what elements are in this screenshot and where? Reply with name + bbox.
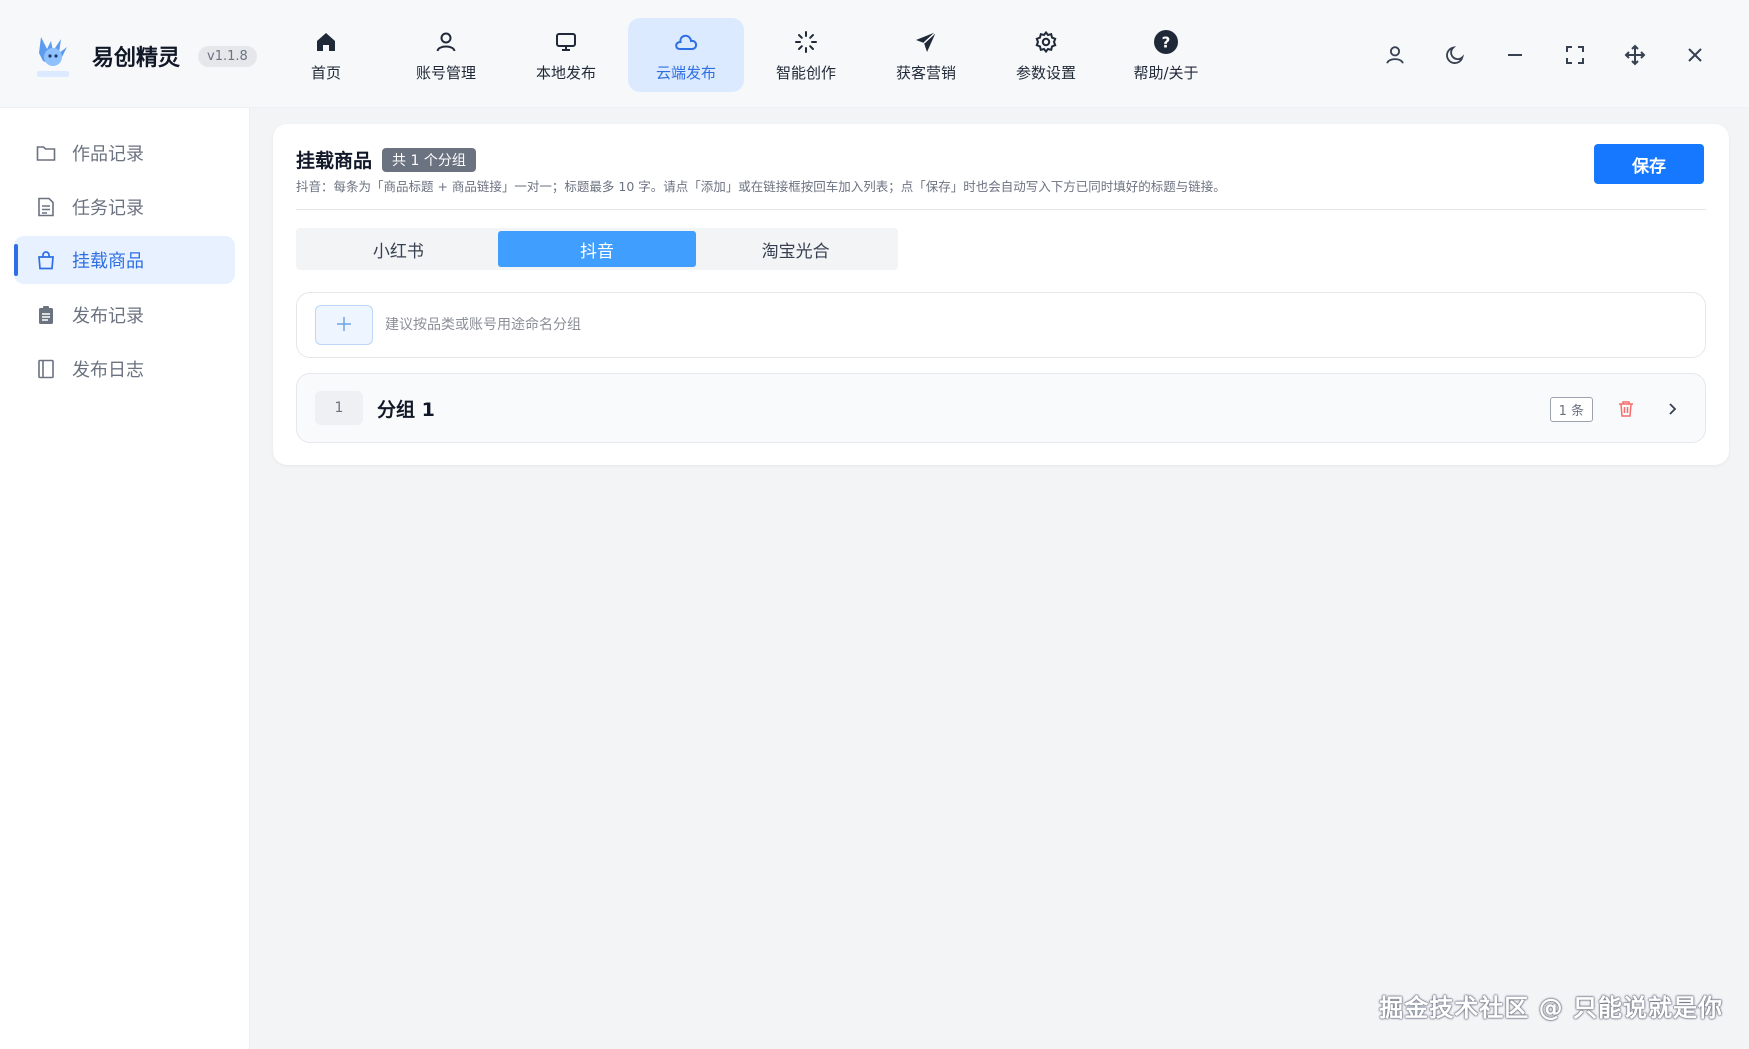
moon-icon[interactable] <box>1435 38 1475 72</box>
card-header: 挂载商品 共 1 个分组 <box>296 146 476 173</box>
add-group-row <box>296 292 1706 358</box>
nav-item-local-publish[interactable]: 本地发布 <box>508 18 624 92</box>
nav-item-help[interactable]: ? 帮助/关于 <box>1108 18 1224 92</box>
sidebar-item-publish-records[interactable]: 发布记录 <box>14 291 235 339</box>
sidebar: 作品记录 任务记录 挂载商品 发布记录 发布日志 <box>0 108 250 1049</box>
tab-xiaohongshu[interactable]: 小红书 <box>299 231 498 267</box>
save-button[interactable]: 保存 <box>1594 144 1704 184</box>
move-icon[interactable] <box>1615 38 1655 72</box>
nav-label: 账号管理 <box>415 63 476 82</box>
tab-taobao[interactable]: 淘宝光合 <box>696 231 895 267</box>
plus-icon <box>336 313 352 338</box>
cloud-icon <box>672 28 700 56</box>
nav-label: 帮助/关于 <box>1133 63 1199 82</box>
minimize-icon[interactable] <box>1495 38 1535 72</box>
sidebar-item-label: 挂载商品 <box>72 251 144 272</box>
top-bar: 易创精灵 v1.1.8 首页 账号管理 本地发布 云端发布 智能创作 获客营销 … <box>0 0 1749 108</box>
send-icon <box>912 28 940 56</box>
card-description: 抖音：每条为「商品标题 + 商品链接」一对一；标题最多 10 字。请点「添加」或… <box>296 179 1226 194</box>
fullscreen-icon[interactable] <box>1555 38 1595 72</box>
group-name-input[interactable] <box>385 317 1285 333</box>
group-row[interactable]: 1 分组 1 1 条 <box>296 373 1706 443</box>
sidebar-item-works[interactable]: 作品记录 <box>14 129 235 177</box>
gear-icon <box>1032 28 1060 56</box>
help-icon: ? <box>1152 28 1180 56</box>
products-card: 挂载商品 共 1 个分组 抖音：每条为「商品标题 + 商品链接」一对一；标题最多… <box>273 124 1729 465</box>
sidebar-item-label: 作品记录 <box>72 144 144 165</box>
nav-label: 本地发布 <box>535 63 596 82</box>
svg-text:?: ? <box>1162 33 1171 51</box>
notebook-icon <box>36 359 56 379</box>
group-index: 1 <box>315 391 363 425</box>
group-count-badge: 共 1 个分组 <box>382 147 476 172</box>
folder-icon <box>36 143 56 163</box>
close-icon[interactable] <box>1675 38 1715 72</box>
nav-item-cloud-publish[interactable]: 云端发布 <box>628 18 744 92</box>
sidebar-item-tasks[interactable]: 任务记录 <box>14 183 235 231</box>
group-name: 分组 1 <box>377 398 435 421</box>
nav-item-ai-create[interactable]: 智能创作 <box>748 18 864 92</box>
platform-tabs: 小红书 抖音 淘宝光合 <box>296 228 898 270</box>
nav-label: 首页 <box>310 63 341 82</box>
nav-item-settings[interactable]: 参数设置 <box>988 18 1104 92</box>
sidebar-item-products[interactable]: 挂载商品 <box>14 236 235 284</box>
nav-item-marketing[interactable]: 获客营销 <box>868 18 984 92</box>
app-logo-icon <box>30 30 76 82</box>
sidebar-item-label: 任务记录 <box>72 198 144 219</box>
main-nav: 首页 账号管理 本地发布 云端发布 智能创作 获客营销 参数设置 ? 帮助/关于 <box>268 18 1228 94</box>
nav-label: 获客营销 <box>895 63 956 82</box>
nav-item-home[interactable]: 首页 <box>268 18 384 92</box>
sidebar-item-label: 发布记录 <box>72 306 144 327</box>
shopping-bag-icon <box>36 250 56 270</box>
watermark: 掘金技术社区 @ 只能说就是你 <box>1379 994 1723 1022</box>
chevron-right-icon[interactable] <box>1659 396 1685 422</box>
nav-label: 参数设置 <box>1015 63 1076 82</box>
item-count-badge: 1 条 <box>1549 396 1593 422</box>
app-window: 易创精灵 v1.1.8 首页 账号管理 本地发布 云端发布 智能创作 获客营销 … <box>0 0 1749 1049</box>
brand: 易创精灵 v1.1.8 <box>30 28 257 84</box>
version-badge: v1.1.8 <box>198 45 257 67</box>
sparkle-icon <box>792 28 820 56</box>
tab-douyin[interactable]: 抖音 <box>497 231 697 267</box>
divider <box>296 209 1706 210</box>
nav-label: 云端发布 <box>655 63 716 82</box>
home-icon <box>312 28 340 56</box>
nav-label: 智能创作 <box>775 63 836 82</box>
clipboard-icon <box>36 305 56 325</box>
window-controls <box>1355 38 1715 72</box>
add-group-button[interactable] <box>315 305 373 345</box>
user-icon[interactable] <box>1375 38 1415 72</box>
page-title: 挂载商品 <box>296 150 373 172</box>
group-actions: 1 条 <box>1549 374 1685 444</box>
document-icon <box>36 197 56 217</box>
sidebar-item-label: 发布日志 <box>72 360 144 381</box>
monitor-icon <box>552 28 580 56</box>
nav-item-accounts[interactable]: 账号管理 <box>388 18 504 92</box>
sidebar-item-publish-logs[interactable]: 发布日志 <box>14 345 235 393</box>
user-icon <box>432 28 460 56</box>
trash-icon[interactable] <box>1613 396 1639 422</box>
app-title: 易创精灵 <box>92 46 181 71</box>
